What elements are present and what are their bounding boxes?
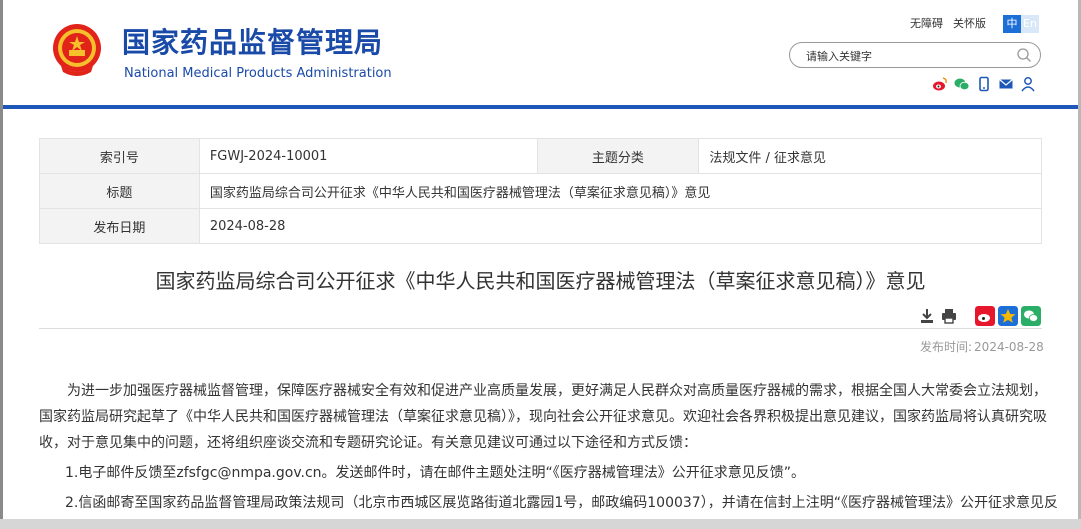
- feedback-item-mail: 2.信函邮寄至国家药品监督管理局政策法规司（北京市西城区展览路街道北露园1号，邮…: [65, 495, 1058, 511]
- site-name-en[interactable]: National Medical Products Administration: [124, 66, 392, 82]
- site-name-cn[interactable]: 国家药品监督管理局: [122, 26, 383, 60]
- article-title: 国家药监局综合司公开征求《中华人民共和国医疗器械管理法（草案征求意见稿）》意见: [155, 269, 926, 293]
- publish-time: 发布时间: 2024-08-28: [918, 338, 1044, 355]
- care-mode-link[interactable]: 关怀版: [953, 17, 986, 30]
- search-icon[interactable]: [1016, 47, 1032, 63]
- search-input[interactable]: [804, 46, 1008, 66]
- search-box: [789, 42, 1041, 68]
- feedback-item-email: 1.电子邮件反馈至zfsfgc@nmpa.gov.cn。发送邮件时，请在邮件主题…: [65, 465, 806, 481]
- top-links: 无障碍 关怀版: [910, 15, 996, 31]
- print-icon[interactable]: [940, 307, 958, 325]
- national-emblem-icon[interactable]: [47, 20, 107, 80]
- user-icon[interactable]: [1020, 76, 1036, 92]
- date-label: 发布日期: [39, 208, 200, 244]
- date-value: 2024-08-28: [198, 208, 1043, 244]
- window-bottom-edge: [0, 519, 1081, 529]
- body-paragraph: 为进一步加强医疗器械监督管理，保障医疗器械安全有效和促进产业高质量发展，更好满足…: [39, 383, 1047, 451]
- wechat-share-icon[interactable]: [1021, 306, 1041, 326]
- header-divider: [3, 105, 1078, 109]
- window-left-edge: [0, 0, 3, 529]
- article-tools: [918, 307, 958, 325]
- publish-time-value: 2024-08-28: [974, 340, 1044, 354]
- topic-label: 主题分类: [536, 138, 700, 174]
- download-icon[interactable]: [918, 307, 936, 325]
- article-body: 为进一步加强医疗器械监督管理，保障医疗器械安全有效和促进产业高质量发展，更好满足…: [39, 378, 1058, 516]
- table-row: 标题 国家药监局综合司公开征求《中华人民共和国医疗器械管理法（草案征求意见稿）》…: [39, 173, 1043, 209]
- social-links: [932, 76, 1036, 94]
- index-value: FGWJ-2024-10001: [198, 138, 538, 174]
- table-row: 发布日期 2024-08-28: [39, 208, 1043, 244]
- wechat-icon[interactable]: [954, 76, 970, 92]
- mobile-icon[interactable]: [976, 76, 992, 92]
- share-buttons: [975, 306, 1041, 326]
- title-label: 标题: [39, 173, 200, 209]
- title-divider: [39, 328, 1042, 329]
- document-info-table: 索引号 FGWJ-2024-10001 主题分类 法规文件 / 征求意见 标题 …: [39, 138, 1043, 244]
- table-row: 索引号 FGWJ-2024-10001 主题分类 法规文件 / 征求意见: [39, 138, 1042, 174]
- index-label: 索引号: [39, 138, 200, 174]
- weibo-icon[interactable]: [932, 76, 948, 92]
- lang-zh-button[interactable]: 中: [1003, 15, 1021, 33]
- favorite-share-icon[interactable]: [998, 306, 1018, 326]
- topic-value: 法规文件 / 征求意见: [698, 138, 1042, 174]
- lang-en-button[interactable]: En: [1021, 15, 1039, 33]
- email-icon[interactable]: [998, 76, 1014, 92]
- publish-time-label: 发布时间:: [920, 340, 973, 354]
- weibo-share-icon[interactable]: [975, 306, 995, 326]
- title-value: 国家药监局综合司公开征求《中华人民共和国医疗器械管理法（草案征求意见稿）》意见: [198, 173, 1043, 209]
- accessibility-link[interactable]: 无障碍: [910, 17, 943, 30]
